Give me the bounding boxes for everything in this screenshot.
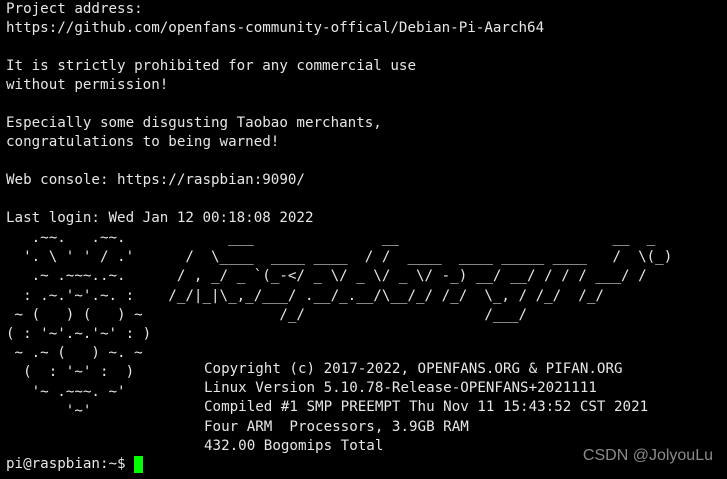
bogomips-line: 432.00 Bogomips Total: [204, 437, 384, 454]
text-cursor: [134, 456, 144, 473]
compiled-line: Compiled #1 SMP PREEMPT Thu Nov 11 15:43…: [204, 399, 649, 416]
linux-version-line: Linux Version 5.10.78-Release-OPENFANS+2…: [204, 380, 597, 397]
project-address-label: Project address:: [6, 1, 143, 17]
csdn-watermark: CSDN @JolyouLu: [582, 447, 713, 464]
project-address-url: https://github.com/openfans-community-of…: [6, 20, 545, 36]
warning-line-1: It is strictly prohibited for any commer…: [6, 58, 416, 74]
terminal-window[interactable]: Project address: https://github.com/open…: [0, 0, 727, 479]
copyright-line: Copyright (c) 2017-2022, OPENFANS.ORG & …: [204, 361, 623, 377]
last-login-line: Last login: Wed Jan 12 00:18:08 2022: [6, 210, 314, 226]
notice-line-2: congratulations to being warned!: [6, 134, 280, 150]
processors-line: Four ARM Processors, 3.9GB RAM: [204, 418, 469, 435]
web-console-line: Web console: https://raspbian:9090/: [6, 172, 305, 188]
shell-prompt[interactable]: pi@raspbian:~$: [6, 455, 144, 474]
prompt-text: pi@raspbian:~$: [6, 456, 135, 472]
warning-line-2: without permission!: [6, 77, 169, 93]
system-info-block: Copyright (c) 2017-2022, OPENFANS.ORG & …: [204, 360, 648, 456]
notice-line-1: Especially some disgusting Taobao mercha…: [6, 115, 382, 131]
